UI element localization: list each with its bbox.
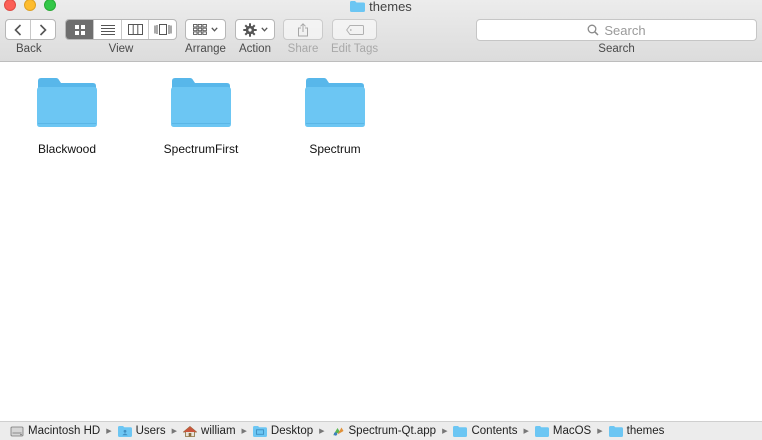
path-label: themes <box>626 425 665 437</box>
path-label: Users <box>135 425 166 437</box>
app-icon <box>332 427 343 436</box>
path-item-william[interactable]: william <box>183 425 236 437</box>
path-label: william <box>201 425 236 437</box>
edit-tags-button[interactable] <box>332 19 378 40</box>
cover-flow-view-button[interactable] <box>149 20 176 39</box>
folder-icon <box>305 78 365 127</box>
folder-name: Spectrum <box>309 142 361 156</box>
view-group: View <box>65 19 177 56</box>
view-mode-control <box>65 19 177 40</box>
back-label: Back <box>16 43 42 55</box>
folder-item-spectrumfirst[interactable]: SpectrumFirst <box>151 77 251 156</box>
folder-item-spectrum[interactable]: Spectrum <box>285 77 385 156</box>
folder-icon <box>534 425 549 437</box>
view-label: View <box>108 43 134 55</box>
action-button[interactable] <box>235 19 275 40</box>
path-separator-icon: ▶ <box>241 428 247 435</box>
hard-drive-icon <box>10 426 24 436</box>
chevron-right-icon <box>39 23 47 36</box>
home-icon <box>183 425 198 437</box>
folder-icon <box>350 1 366 12</box>
share-label: Share <box>287 43 319 55</box>
edit-tags-group: Edit Tags <box>331 19 378 56</box>
arrange-group: Arrange <box>185 19 226 56</box>
search-icon <box>587 24 599 36</box>
action-group: Action <box>235 19 275 56</box>
back-forward-control <box>5 19 56 40</box>
path-separator-icon: ▶ <box>442 428 448 435</box>
folder-icon <box>37 78 97 127</box>
chevron-left-icon <box>14 23 21 36</box>
path-item-spectrum-qt-app[interactable]: Spectrum-Qt.app <box>331 425 437 437</box>
tag-icon <box>345 24 364 35</box>
path-separator-icon: ▶ <box>106 428 112 435</box>
path-label: Desktop <box>270 425 314 437</box>
arrange-grid-icon <box>193 24 207 35</box>
folder-name: Blackwood <box>37 142 97 156</box>
folder-name: SpectrumFirst <box>163 142 239 156</box>
folder-item-blackwood[interactable]: Blackwood <box>17 77 117 156</box>
path-item-desktop[interactable]: Desktop <box>252 425 314 437</box>
edit-tags-label: Edit Tags <box>331 43 379 55</box>
path-item-users[interactable]: Users <box>117 425 166 437</box>
icon-view-button[interactable] <box>66 20 94 39</box>
path-bar: Macintosh HD ▶ Users ▶ william ▶ Desktop… <box>0 421 762 440</box>
cover-flow-icon <box>154 24 171 35</box>
path-item-themes[interactable]: themes <box>608 425 665 437</box>
path-item-macos[interactable]: MacOS <box>534 425 592 437</box>
search-label: Search <box>598 43 635 55</box>
folder-icon <box>252 425 267 437</box>
toolbar: themes Back View Arrange Action Share Ed… <box>0 0 762 62</box>
share-button[interactable] <box>283 19 323 40</box>
path-separator-icon: ▶ <box>523 428 529 435</box>
columns-icon <box>127 24 143 35</box>
back-button[interactable] <box>6 20 31 39</box>
path-label: Contents <box>471 425 518 437</box>
arrange-label: Arrange <box>185 43 226 55</box>
share-group: Share <box>283 19 323 56</box>
window-title: themes <box>0 0 762 14</box>
path-separator-icon: ▶ <box>319 428 325 435</box>
chevron-down-icon <box>260 27 268 32</box>
path-label: Macintosh HD <box>28 425 101 437</box>
list-view-button[interactable] <box>94 20 122 39</box>
action-label: Action <box>239 43 271 55</box>
path-label: Spectrum-Qt.app <box>348 425 437 437</box>
search-placeholder: Search <box>604 22 646 38</box>
path-item-contents[interactable]: Contents <box>453 425 518 437</box>
folder-icon <box>608 425 623 437</box>
search-field[interactable]: Search <box>476 19 757 41</box>
file-icon-view: Blackwood SpectrumFirst Spectrum <box>0 63 762 420</box>
forward-button[interactable] <box>31 20 55 39</box>
path-label: MacOS <box>552 425 592 437</box>
folder-icon <box>453 425 468 437</box>
share-icon <box>298 22 308 36</box>
grid-icon <box>74 24 85 35</box>
gear-icon <box>242 22 257 37</box>
folder-icon <box>171 78 231 127</box>
list-icon <box>100 25 115 35</box>
chevron-down-icon <box>211 27 218 32</box>
column-view-button[interactable] <box>122 20 149 39</box>
path-separator-icon: ▶ <box>597 428 603 435</box>
path-separator-icon: ▶ <box>171 428 178 435</box>
navigation-group: Back <box>5 19 56 56</box>
path-item-macintosh-hd[interactable]: Macintosh HD <box>10 425 100 437</box>
folder-icon <box>117 425 132 437</box>
arrange-button[interactable] <box>185 19 226 40</box>
window-title-text: themes <box>369 0 412 14</box>
